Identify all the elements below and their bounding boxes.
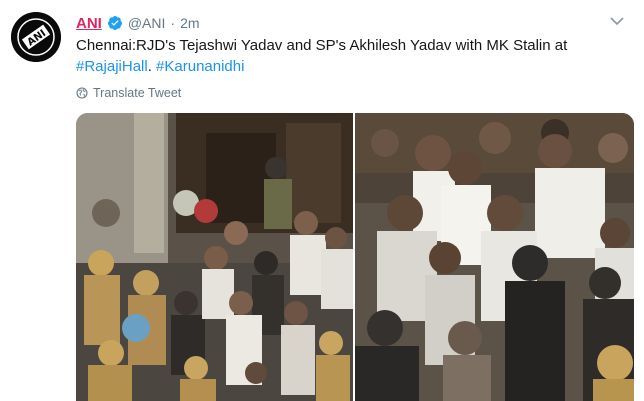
tweet-media [76,113,634,401]
tweet-text-main: Chennai:RJD's Tejashwi Yadav and SP's Ak… [76,37,568,54]
photo-left[interactable] [76,113,353,401]
hashtag-link-rajajihall[interactable]: #RajajiHall [76,58,148,75]
tweet-text: Chennai:RJD's Tejashwi Yadav and SP's Ak… [76,35,616,77]
ani-logo-icon: ANI [11,12,61,62]
author-avatar[interactable]: ANI [11,12,61,62]
tweet-text-between: . [147,58,157,75]
globe-icon [76,87,88,99]
tweet-header: ANI @ANI · 2m [76,12,200,34]
chevron-down-icon[interactable] [610,16,624,26]
author-handle[interactable]: @ANI [128,15,166,31]
tweet-card[interactable]: ANI ANI @ANI · 2m Chennai:RJD's Tejashwi… [0,0,644,401]
author-name[interactable]: ANI [76,15,102,32]
translate-tweet-label: Translate Tweet [93,86,182,100]
photo-right[interactable] [355,113,634,401]
verified-badge-icon [107,15,123,31]
tweet-timestamp[interactable]: 2m [180,15,199,31]
separator-dot: · [170,15,176,31]
translate-tweet-button[interactable]: Translate Tweet [76,86,181,100]
hashtag-link-karunanidhi[interactable]: #Karunanidhi [156,58,244,75]
